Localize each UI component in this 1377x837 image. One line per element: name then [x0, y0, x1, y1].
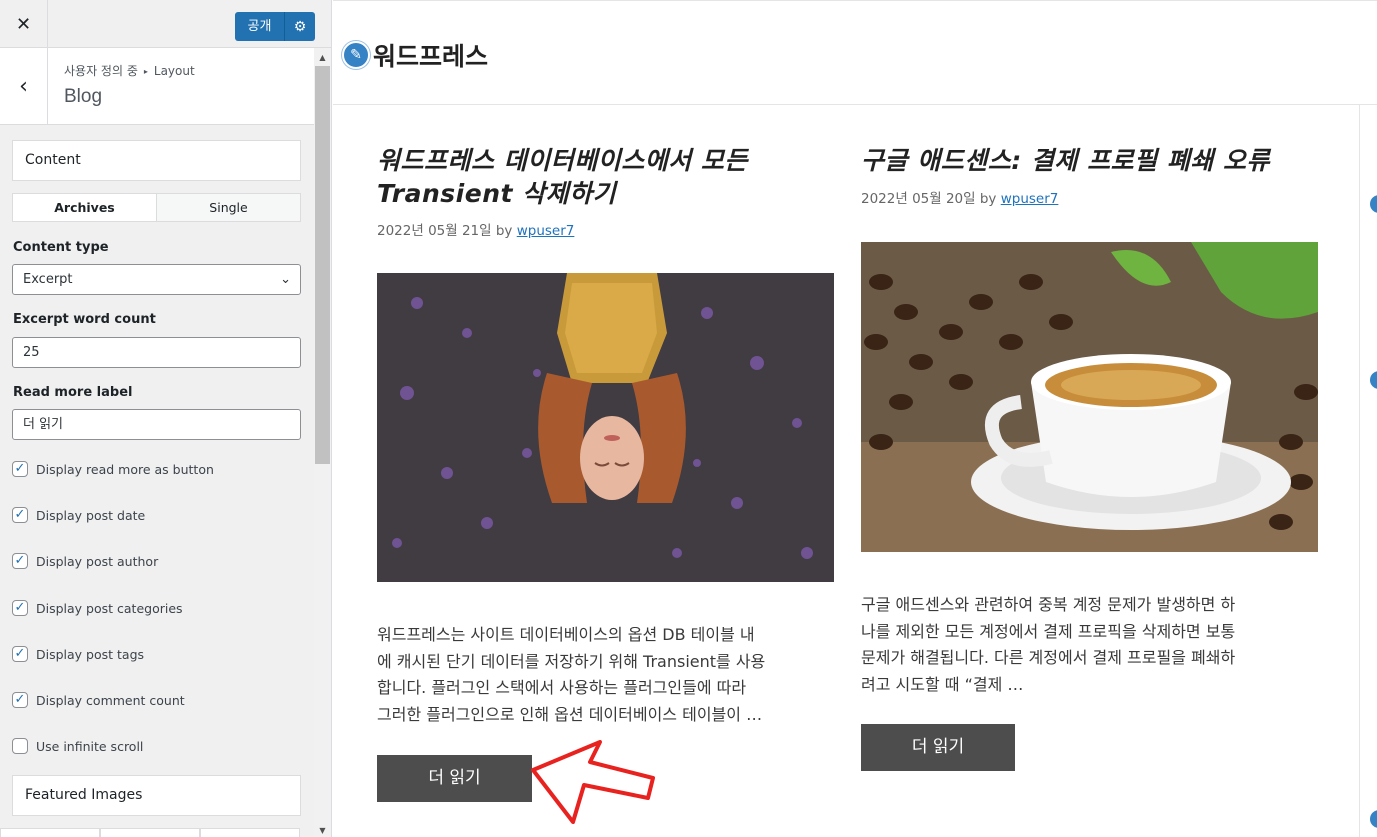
featured-tab[interactable]: [100, 828, 200, 837]
lavender-photo: [377, 273, 834, 582]
chevron-left-icon: ‹: [19, 73, 28, 99]
edit-shortcut-icon[interactable]: [1368, 808, 1377, 830]
excerpt-line: 문제가 해결됩니다. 다른 계정에서 결제 프로필을 폐쇄하: [861, 648, 1236, 667]
publish-button[interactable]: 공개 ⚙: [235, 12, 315, 41]
post-author-link[interactable]: wpuser7: [517, 223, 575, 239]
content-type-select[interactable]: Excerpt ⌄: [12, 264, 301, 295]
checkbox-label: Display read more as button: [36, 461, 214, 477]
checkbox-checked-icon[interactable]: ✓: [12, 646, 28, 662]
checkbox-post-categories[interactable]: ✓ Display post categories: [12, 600, 183, 616]
checkbox-comment-count[interactable]: ✓ Display comment count: [12, 692, 185, 708]
section-header: ‹ 사용자 정의 중 ▸ Layout Blog: [0, 48, 314, 125]
post-by: by: [495, 223, 513, 239]
excerpt-line: 합니다. 플러그인 스택에서 사용하는 플러그인들에 따라: [377, 678, 747, 697]
breadcrumb-child: Layout: [153, 64, 195, 78]
scroll-down-icon[interactable]: ▼: [314, 826, 331, 835]
close-icon: ✕: [15, 13, 32, 35]
read-more-button[interactable]: 더 읽기: [861, 724, 1015, 771]
tab-archives[interactable]: Archives: [13, 194, 157, 221]
content-type-label: Content type: [13, 240, 109, 255]
post-excerpt: 구글 애드센스와 관련하여 중복 계정 문제가 발생하면 하 나를 제외한 모든…: [861, 592, 1331, 698]
back-button[interactable]: ‹: [0, 48, 48, 124]
breadcrumb: 사용자 정의 중 ▸ Layout: [64, 62, 195, 79]
content-section-title: Content: [12, 140, 301, 181]
scrollbar-thumb[interactable]: [315, 66, 330, 464]
featured-image-lavender[interactable]: [377, 273, 834, 582]
gear-icon[interactable]: ⚙: [285, 19, 315, 35]
checkbox-checked-icon[interactable]: ✓: [12, 461, 28, 477]
post-meta: 2022년 05월 20일 by wpuser7: [861, 187, 1058, 207]
excerpt-count-label: Excerpt word count: [13, 312, 156, 327]
close-button[interactable]: ✕: [0, 0, 48, 48]
tab-single[interactable]: Single: [157, 194, 300, 221]
featured-tabs: [0, 828, 300, 837]
excerpt-line: 려고 시도할 때 “결제 …: [861, 674, 1024, 694]
post-title-line: 워드프레스 데이터베이스에서 모든: [377, 146, 748, 175]
checkbox-label: Use infinite scroll: [36, 738, 144, 754]
edit-shortcut-icon[interactable]: [1368, 369, 1377, 391]
post-excerpt: 워드프레스는 사이트 데이터베이스의 옵션 DB 테이블 내 에 캐시된 단기 …: [377, 622, 837, 728]
scroll-up-icon[interactable]: ▲: [314, 53, 331, 62]
excerpt-line: 에 캐시된 단기 데이터를 저장하기 위해 Transient를 사용: [377, 651, 766, 671]
content-type-value: Excerpt: [23, 272, 73, 287]
checkbox-label: Display post tags: [36, 646, 145, 662]
post-date: 2022년 05월 20일: [861, 191, 976, 207]
read-more-label-label: Read more label: [13, 385, 133, 400]
site-preview: ✎ 워드프레스 워드프레스 데이터베이스에서 모든 Transient 삭제하기…: [333, 0, 1377, 837]
customizer-panel: ✕ 공개 ⚙ ‹ 사용자 정의 중 ▸ Layout Blog Content Ar…: [0, 0, 332, 837]
excerpt-line: 나를 제외한 모든 계정에서 결제 프로픽을 삭제하면 보통: [861, 621, 1236, 641]
panel-scrollbar[interactable]: ▲ ▼: [314, 48, 331, 837]
checkbox-post-author[interactable]: ✓ Display post author: [12, 553, 158, 569]
read-more-label-input[interactable]: 더 읽기: [12, 409, 301, 440]
post-title-line: 구글 애드센스: 결제 프로필 폐쇄 오류: [861, 146, 1271, 175]
edit-pencil-icon[interactable]: ✎: [342, 41, 370, 69]
checkbox-checked-icon[interactable]: ✓: [12, 600, 28, 616]
excerpt-line: 구글 애드센스와 관련하여 중복 계정 문제가 발생하면 하: [861, 595, 1236, 614]
excerpt-line: 그러한 플러그인으로 인해 옵션 데이터베이스 테이블이 …: [377, 704, 763, 724]
checkbox-infinite-scroll[interactable]: Use infinite scroll: [12, 738, 143, 754]
checkbox-post-date[interactable]: ✓ Display post date: [12, 507, 145, 523]
excerpt-count-input[interactable]: 25: [12, 337, 301, 368]
featured-tab[interactable]: [0, 828, 100, 837]
breadcrumb-arrow-icon: ▸: [143, 67, 148, 76]
coffee-photo: [861, 242, 1318, 552]
post-meta: 2022년 05월 21일 by wpuser7: [377, 219, 574, 239]
featured-tab[interactable]: [200, 828, 300, 837]
checkbox-label: Display post author: [36, 553, 159, 569]
panel-scroll-area: ‹ 사용자 정의 중 ▸ Layout Blog Content Archives …: [0, 48, 314, 837]
sidebar-divider: [1359, 105, 1360, 837]
checkbox-label: Display post categories: [36, 600, 183, 616]
site-header: ✎ 워드프레스: [333, 0, 1377, 105]
checkbox-checked-icon[interactable]: ✓: [12, 507, 28, 523]
post-by: by: [979, 191, 997, 207]
checkbox-label: Display post date: [36, 507, 146, 523]
post-date: 2022년 05월 21일: [377, 223, 492, 239]
featured-images-section-title[interactable]: Featured Images: [12, 775, 301, 816]
checkbox-read-more-button[interactable]: ✓ Display read more as button: [12, 461, 214, 477]
page-title: Blog: [64, 86, 103, 107]
chevron-down-icon: ⌄: [280, 272, 291, 287]
edit-shortcut-icon[interactable]: [1368, 193, 1377, 215]
post-title[interactable]: 워드프레스 데이터베이스에서 모든 Transient 삭제하기: [377, 144, 837, 210]
site-title[interactable]: 워드프레스: [373, 37, 488, 73]
post-title[interactable]: 구글 애드센스: 결제 프로필 폐쇄 오류: [861, 144, 1331, 177]
publish-label: 공개: [235, 12, 285, 41]
post-title-line: Transient 삭제하기: [377, 179, 617, 208]
checkbox-checked-icon[interactable]: ✓: [12, 553, 28, 569]
checkbox-checked-icon[interactable]: ✓: [12, 692, 28, 708]
post-author-link[interactable]: wpuser7: [1001, 191, 1059, 207]
red-arrow-annotation: [531, 740, 655, 824]
excerpt-line: 워드프레스는 사이트 데이터베이스의 옵션 DB 테이블 내: [377, 625, 755, 644]
customizer-header: ✕ 공개 ⚙: [0, 0, 331, 48]
featured-image-coffee[interactable]: [861, 242, 1318, 552]
checkbox-post-tags[interactable]: ✓ Display post tags: [12, 646, 144, 662]
breadcrumb-parent: 사용자 정의 중: [64, 64, 138, 78]
checkbox-label: Display comment count: [36, 692, 185, 708]
layout-tabs: Archives Single: [12, 193, 301, 222]
read-more-button[interactable]: 더 읽기: [377, 755, 532, 802]
checkbox-unchecked-icon[interactable]: [12, 738, 28, 754]
